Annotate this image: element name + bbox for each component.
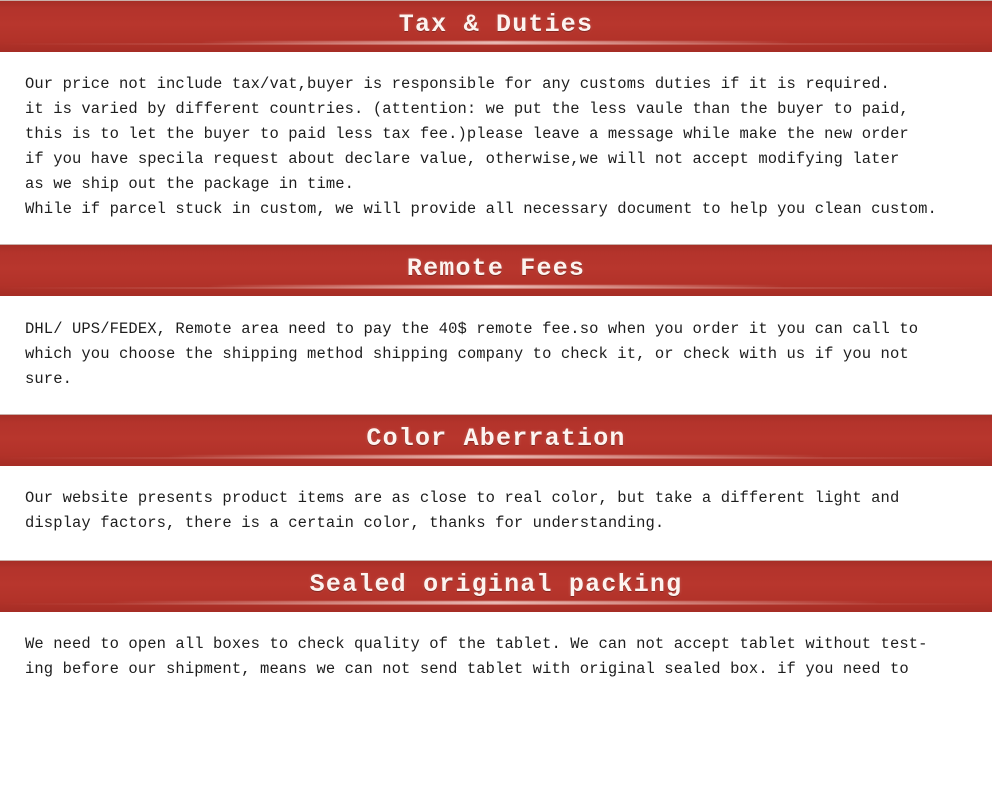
section-banner-sealed-original-packing: Sealed original packing: [0, 560, 992, 612]
section-banner-tax-and-duties: Tax & Duties: [0, 0, 992, 52]
section-body-tax-and-duties: Our price not include tax/vat,buyer is r…: [25, 75, 937, 218]
banner-title-wrap: Sealed original packing: [109, 570, 883, 604]
section-body-remote-fees: DHL/ UPS/FEDEX, Remote area need to pay …: [25, 320, 919, 388]
section-title-color-aberration: Color Aberration: [366, 424, 626, 453]
section-color-aberration: Color Aberration Our website presents pr…: [0, 414, 992, 560]
section-tax-and-duties: Tax & Duties Our price not include tax/v…: [0, 0, 992, 244]
section-title-sealed-original-packing: Sealed original packing: [309, 570, 683, 599]
policy-page: Tax & Duties Our price not include tax/v…: [0, 0, 992, 800]
section-sealed-original-packing: Sealed original packing We need to open …: [0, 560, 992, 692]
banner-title-wrap: Tax & Duties: [198, 10, 794, 44]
section-banner-remote-fees: Remote Fees: [0, 244, 992, 296]
section-title-remote-fees: Remote Fees: [406, 254, 586, 283]
banner-title-wrap: Remote Fees: [206, 254, 786, 288]
section-title-tax-and-duties: Tax & Duties: [398, 10, 594, 39]
banner-title-underline: [109, 601, 883, 604]
banner-title-underline: [206, 285, 786, 288]
section-remote-fees: Remote Fees DHL/ UPS/FEDEX, Remote area …: [0, 244, 992, 414]
section-body-sealed-original-packing: We need to open all boxes to check quali…: [25, 635, 928, 678]
section-body-color-aberration: Our website presents product items are a…: [25, 489, 900, 532]
banner-title-wrap: Color Aberration: [166, 424, 826, 458]
section-banner-color-aberration: Color Aberration: [0, 414, 992, 466]
banner-title-underline: [166, 455, 826, 458]
banner-title-underline: [198, 41, 794, 44]
